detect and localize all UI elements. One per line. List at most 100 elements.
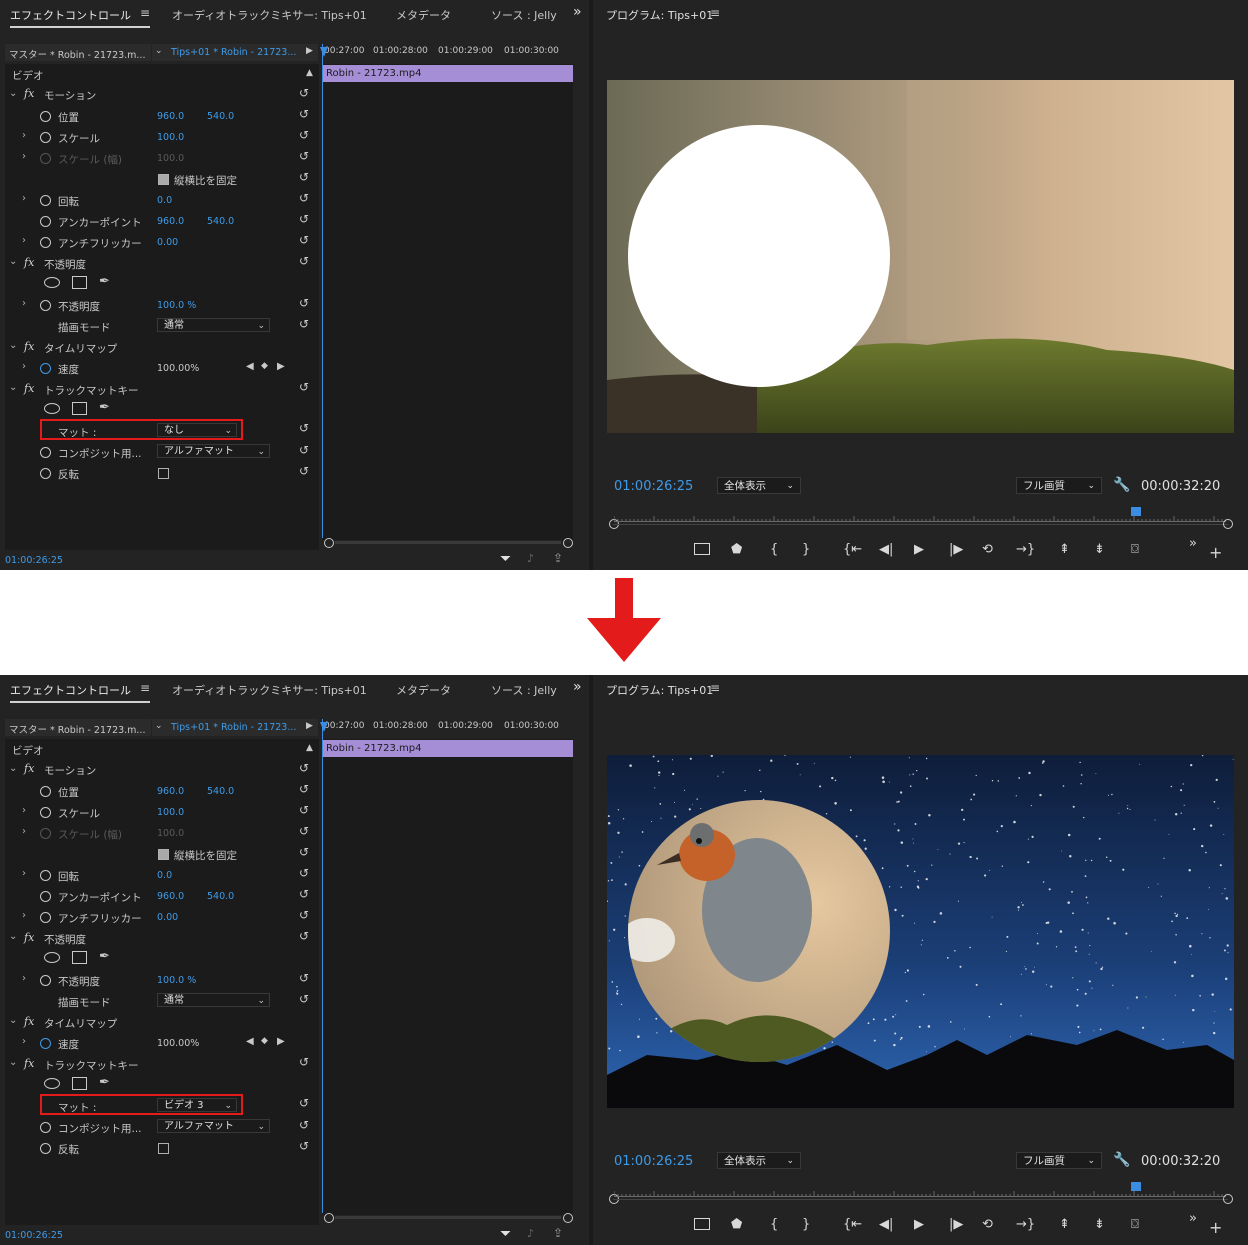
reset-icon[interactable]: ↺ <box>299 443 309 457</box>
zoom-bar-track[interactable] <box>613 524 1228 525</box>
step-back-icon[interactable]: ◀| <box>879 1217 893 1232</box>
playback-quality-dropdown[interactable]: フル画質 ⌄ <box>1016 1152 1102 1169</box>
anchor-x-value[interactable]: 960.0 <box>157 891 184 902</box>
ellipse-mask-icon[interactable] <box>44 1078 60 1089</box>
composite-using-dropdown[interactable]: アルファマット ⌄ <box>157 1119 270 1133</box>
loop-icon[interactable]: ⟲ <box>982 542 993 557</box>
anchor-x-value[interactable]: 960.0 <box>157 216 184 227</box>
blend-mode-dropdown[interactable]: 通常 ⌄ <box>157 993 270 1007</box>
fx-icon[interactable]: fx <box>24 931 34 944</box>
clip-bar[interactable]: Robin - 21723.mp4 <box>323 740 573 757</box>
stopwatch-icon[interactable] <box>40 237 51 248</box>
stopwatch-icon[interactable] <box>40 1122 51 1133</box>
reset-icon[interactable]: ↺ <box>299 1096 309 1110</box>
safe-margins-icon[interactable] <box>694 543 710 555</box>
pen-mask-icon[interactable]: ✒ <box>99 274 110 289</box>
chevron-right-icon[interactable]: › <box>22 193 26 204</box>
speed-value[interactable]: 100.00% <box>157 363 199 374</box>
add-keyframe-icon[interactable]: ◆ <box>261 361 268 371</box>
add-marker-icon[interactable]: ⬟ <box>731 1217 742 1232</box>
opacity-value[interactable]: 100.0 % <box>157 300 196 311</box>
position-y-value[interactable]: 540.0 <box>207 111 234 122</box>
master-clip-label[interactable]: マスター * Robin - 21723.m... <box>9 722 146 736</box>
next-keyframe-icon[interactable]: ▶ <box>277 1036 285 1047</box>
reset-icon[interactable]: ↺ <box>299 380 309 394</box>
program-video-frame[interactable] <box>607 80 1234 433</box>
reset-icon[interactable]: ↺ <box>299 86 309 100</box>
stopwatch-icon[interactable] <box>40 195 51 206</box>
overflow-icon[interactable]: » <box>1189 1211 1197 1226</box>
chevron-right-icon[interactable]: › <box>22 868 26 879</box>
chevron-right-icon[interactable]: › <box>22 235 26 246</box>
safe-margins-icon[interactable] <box>694 1218 710 1230</box>
reverse-checkbox[interactable] <box>158 1143 169 1154</box>
sequence-dropdown-icon[interactable]: ⌄ <box>155 721 163 731</box>
stopwatch-icon[interactable] <box>40 447 51 458</box>
reset-icon[interactable]: ↺ <box>299 845 309 859</box>
reset-icon[interactable]: ↺ <box>299 464 309 478</box>
antiflicker-value[interactable]: 0.00 <box>157 912 178 923</box>
extract-icon[interactable]: ⇟ <box>1094 1217 1105 1232</box>
reset-icon[interactable]: ↺ <box>299 782 309 796</box>
add-keyframe-icon[interactable]: ◆ <box>261 1036 268 1046</box>
chevron-down-icon[interactable]: ⌄ <box>9 931 17 942</box>
program-monitor-title[interactable]: プログラム: Tips+01 <box>606 7 713 23</box>
fx-icon[interactable]: fx <box>24 762 34 775</box>
chevron-down-icon[interactable]: ⌄ <box>9 256 17 267</box>
rotation-value[interactable]: 0.0 <box>157 195 172 206</box>
zoom-scrollbar[interactable] <box>335 1216 561 1219</box>
program-timecode[interactable]: 01:00:26:25 <box>614 479 693 494</box>
tab-effect-controls[interactable]: エフェクトコントロール <box>10 7 131 23</box>
tab-audio-mixer[interactable]: オーディオトラックミキサー: Tips+01 <box>172 682 367 698</box>
scrub-end-handle[interactable] <box>1223 519 1233 529</box>
mark-in-icon[interactable]: { <box>770 1217 778 1232</box>
program-video-frame[interactable] <box>607 755 1234 1108</box>
go-to-out-icon[interactable]: →} <box>1016 1217 1035 1232</box>
chevron-right-icon[interactable]: › <box>22 1036 26 1047</box>
scale-value[interactable]: 100.0 <box>157 807 184 818</box>
fx-icon[interactable]: fx <box>24 256 34 269</box>
export-icon[interactable]: ⇪ <box>553 1226 563 1240</box>
zoom-scrollbar[interactable] <box>335 541 561 544</box>
reset-icon[interactable]: ↺ <box>299 908 309 922</box>
stopwatch-icon[interactable] <box>40 1038 51 1049</box>
tab-audio-mixer[interactable]: オーディオトラックミキサー: Tips+01 <box>172 7 367 23</box>
reset-icon[interactable]: ↺ <box>299 128 309 142</box>
chevron-right-icon[interactable]: › <box>22 361 26 372</box>
pen-mask-icon[interactable]: ✒ <box>99 949 110 964</box>
zoom-handle-left[interactable] <box>324 538 334 548</box>
step-back-icon[interactable]: ◀| <box>879 542 893 557</box>
time-ruler[interactable] <box>614 1191 1226 1197</box>
sequence-clip-label[interactable]: Tips+01 * Robin - 21723... <box>171 722 296 733</box>
reset-icon[interactable]: ↺ <box>299 233 309 247</box>
rectangle-mask-icon[interactable] <box>72 951 87 964</box>
extract-icon[interactable]: ⇟ <box>1094 542 1105 557</box>
stopwatch-icon[interactable] <box>40 363 51 374</box>
camera-icon[interactable]: ⌼ <box>1131 542 1139 557</box>
filter-icon[interactable]: ⏷ <box>500 551 511 567</box>
stopwatch-icon[interactable] <box>40 786 51 797</box>
reset-icon[interactable]: ↺ <box>299 1118 309 1132</box>
reset-icon[interactable]: ↺ <box>299 761 309 775</box>
reset-icon[interactable]: ↺ <box>299 107 309 121</box>
rectangle-mask-icon[interactable] <box>72 1077 87 1090</box>
stopwatch-icon[interactable] <box>40 111 51 122</box>
lift-icon[interactable]: ⇞ <box>1059 1217 1070 1232</box>
blend-mode-dropdown[interactable]: 通常 ⌄ <box>157 318 270 332</box>
sequence-clip-label[interactable]: Tips+01 * Robin - 21723... <box>171 47 296 58</box>
reset-icon[interactable]: ↺ <box>299 971 309 985</box>
zoom-level-dropdown[interactable]: 全体表示 ⌄ <box>717 1152 801 1169</box>
zoom-level-dropdown[interactable]: 全体表示 ⌄ <box>717 477 801 494</box>
current-timecode[interactable]: 01:00:26:25 <box>5 555 63 566</box>
reverse-checkbox[interactable] <box>158 468 169 479</box>
mark-in-icon[interactable]: { <box>770 542 778 557</box>
go-to-out-icon[interactable]: →} <box>1016 542 1035 557</box>
reset-icon[interactable]: ↺ <box>299 191 309 205</box>
composite-using-dropdown[interactable]: アルファマット ⌄ <box>157 444 270 458</box>
chevron-down-icon[interactable]: ⌄ <box>9 88 17 99</box>
chevron-right-icon[interactable]: › <box>22 130 26 141</box>
reset-icon[interactable]: ↺ <box>299 803 309 817</box>
fx-icon[interactable]: fx <box>24 382 34 395</box>
tab-effect-controls[interactable]: エフェクトコントロール <box>10 682 131 698</box>
reset-icon[interactable]: ↺ <box>299 866 309 880</box>
